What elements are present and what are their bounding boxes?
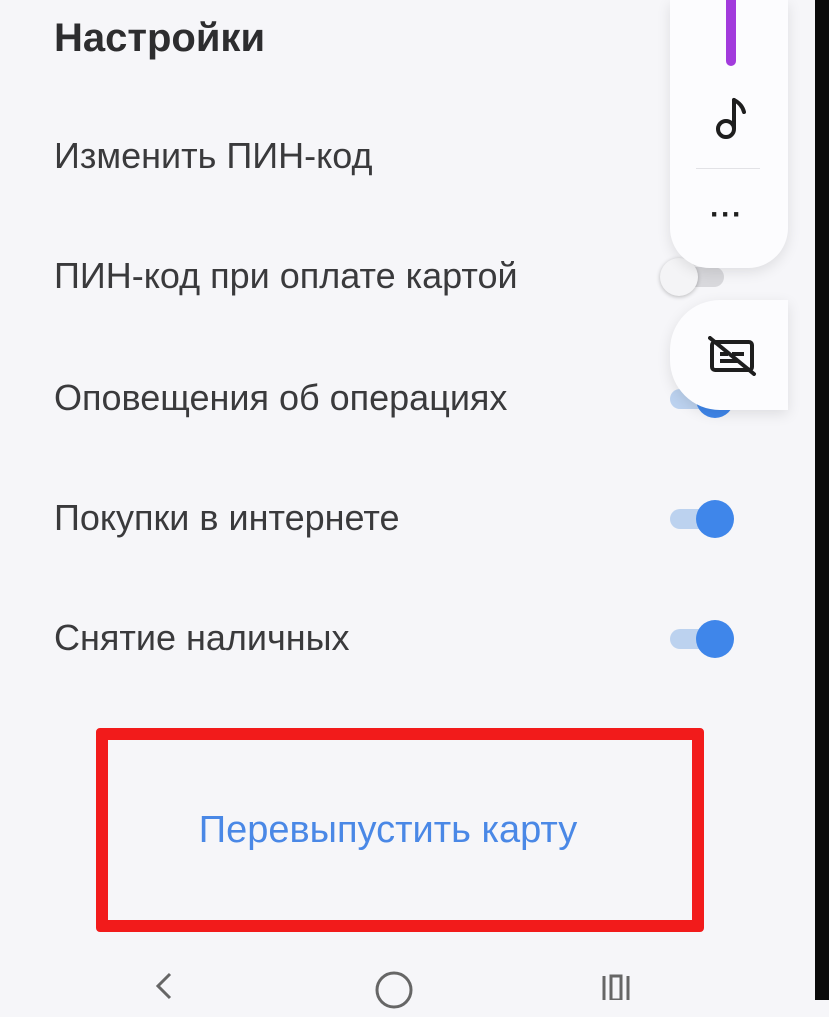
recents-icon[interactable] [596, 970, 636, 1002]
settings-item-change-pin[interactable]: Изменить ПИН-код [54, 116, 754, 196]
toggle-knob [696, 620, 734, 658]
settings-item-pin-on-payment: ПИН-код при оплате картой [54, 236, 754, 316]
right-edge-strip [815, 0, 829, 1000]
back-icon[interactable] [152, 970, 174, 1000]
page-title: Настройки [54, 16, 266, 60]
online-purchases-toggle[interactable] [664, 500, 734, 538]
system-navigation-bar [0, 952, 815, 1009]
captions-toggle-button[interactable] [670, 300, 788, 410]
floating-tool-panel: ··· [670, 0, 788, 268]
cash-withdrawal-toggle[interactable] [664, 620, 734, 658]
settings-item-label: Оповещения об операциях [54, 377, 508, 418]
settings-item-cash-withdrawal: Снятие наличных [54, 598, 754, 678]
recording-indicator [726, 0, 736, 66]
reissue-card-button[interactable]: Перевыпустить карту [84, 740, 692, 920]
settings-item-label: Изменить ПИН-код [54, 135, 373, 176]
toggle-knob [696, 500, 734, 538]
more-dots-icon[interactable]: ··· [710, 200, 743, 230]
captions-off-icon [708, 336, 758, 376]
settings-item-notifications: Оповещения об операциях [54, 358, 754, 438]
settings-item-label: Покупки в интернете [54, 497, 400, 538]
settings-item-label: ПИН-код при оплате картой [54, 255, 518, 296]
settings-item-label: Снятие наличных [54, 617, 350, 658]
panel-divider [696, 168, 760, 169]
settings-item-online-purchases: Покупки в интернете [54, 478, 754, 558]
home-icon[interactable] [372, 968, 416, 1012]
music-note-icon[interactable] [712, 96, 748, 140]
